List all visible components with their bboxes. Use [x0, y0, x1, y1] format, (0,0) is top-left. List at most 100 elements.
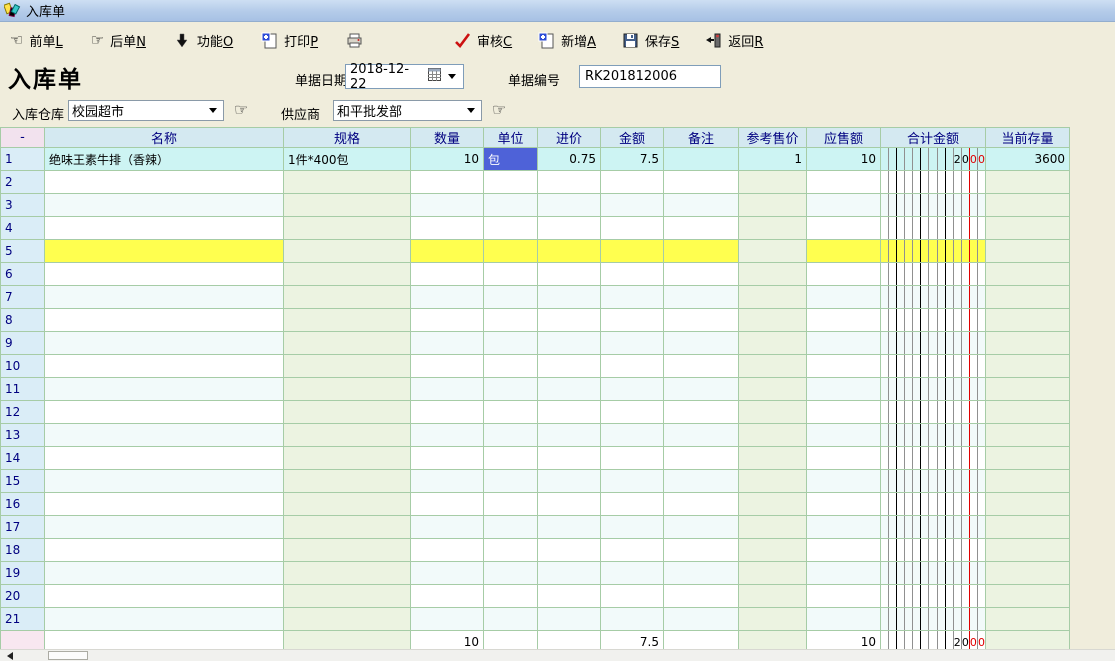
cell-ref_price[interactable] — [739, 286, 807, 309]
cell-amount[interactable] — [601, 240, 664, 263]
cell-spec[interactable] — [284, 585, 411, 608]
cell-ledger[interactable] — [881, 378, 986, 401]
cell-amount[interactable] — [601, 263, 664, 286]
cell-price[interactable]: 0.75 — [538, 148, 601, 171]
cell-name[interactable] — [45, 539, 284, 562]
cell-spec[interactable] — [284, 493, 411, 516]
cell-sale[interactable] — [807, 194, 881, 217]
cell-ref_price[interactable] — [739, 378, 807, 401]
functions-button[interactable]: 功能O — [172, 29, 235, 52]
cell-amount[interactable] — [601, 608, 664, 631]
cell-sale[interactable] — [807, 355, 881, 378]
cell-price[interactable] — [538, 608, 601, 631]
new-doc-button[interactable]: 新增A — [536, 29, 598, 52]
cell-stock[interactable] — [986, 424, 1070, 447]
cell-name[interactable] — [45, 171, 284, 194]
cell-ref_price[interactable] — [739, 493, 807, 516]
cell-sale[interactable]: 10 — [807, 148, 881, 171]
cell-unit[interactable] — [484, 332, 538, 355]
cell-qty[interactable] — [411, 401, 484, 424]
cell-ref_price[interactable] — [739, 516, 807, 539]
cell-amount[interactable] — [601, 401, 664, 424]
cell-note[interactable] — [664, 286, 739, 309]
cell-note[interactable] — [664, 148, 739, 171]
cell-note[interactable] — [664, 447, 739, 470]
cell-qty[interactable] — [411, 194, 484, 217]
cell-note[interactable] — [664, 470, 739, 493]
cell-ledger[interactable] — [881, 539, 986, 562]
print-button[interactable]: 打印P — [259, 29, 320, 52]
cell-price[interactable] — [538, 355, 601, 378]
cell-price[interactable] — [538, 401, 601, 424]
return-button[interactable]: 返回R — [703, 29, 765, 52]
cell-note[interactable] — [664, 608, 739, 631]
cell-amount[interactable] — [601, 585, 664, 608]
cell-price[interactable] — [538, 240, 601, 263]
cell-stock[interactable] — [986, 263, 1070, 286]
cell-stock[interactable] — [986, 401, 1070, 424]
cell-stock[interactable] — [986, 171, 1070, 194]
cell-ref_price[interactable] — [739, 171, 807, 194]
cell-unit[interactable] — [484, 217, 538, 240]
cell-note[interactable] — [664, 516, 739, 539]
cell-spec[interactable]: 1件*400包 — [284, 148, 411, 171]
cell-amount[interactable] — [601, 378, 664, 401]
cell-stock[interactable] — [986, 194, 1070, 217]
cell-price[interactable] — [538, 263, 601, 286]
supplier-select[interactable]: 和平批发部 — [333, 100, 482, 121]
cell-stock[interactable] — [986, 516, 1070, 539]
cell-amount[interactable] — [601, 355, 664, 378]
cell-qty[interactable] — [411, 378, 484, 401]
cell-ledger[interactable] — [881, 516, 986, 539]
cell-note[interactable] — [664, 309, 739, 332]
cell-sale[interactable] — [807, 240, 881, 263]
cell-sale[interactable] — [807, 378, 881, 401]
cell-note[interactable] — [664, 585, 739, 608]
cell-unit[interactable] — [484, 585, 538, 608]
cell-note[interactable] — [664, 263, 739, 286]
cell-spec[interactable] — [284, 194, 411, 217]
cell-amount[interactable] — [601, 470, 664, 493]
supplier-lookup-hand-icon[interactable]: ☞ — [492, 100, 506, 120]
cell-ref_price[interactable] — [739, 194, 807, 217]
cell-amount[interactable] — [601, 194, 664, 217]
cell-stock[interactable] — [986, 562, 1070, 585]
cell-unit[interactable] — [484, 378, 538, 401]
cell-note[interactable] — [664, 217, 739, 240]
cell-spec[interactable] — [284, 447, 411, 470]
cell-qty[interactable] — [411, 240, 484, 263]
cell-ref_price[interactable] — [739, 401, 807, 424]
cell-price[interactable] — [538, 194, 601, 217]
cell-spec[interactable] — [284, 424, 411, 447]
cell-price[interactable] — [538, 332, 601, 355]
cell-ref_price[interactable] — [739, 539, 807, 562]
cell-ref_price[interactable] — [739, 263, 807, 286]
cell-stock[interactable] — [986, 585, 1070, 608]
cell-qty[interactable] — [411, 309, 484, 332]
cell-spec[interactable] — [284, 332, 411, 355]
cell-unit[interactable] — [484, 493, 538, 516]
cell-name[interactable] — [45, 217, 284, 240]
cell-ledger[interactable] — [881, 240, 986, 263]
cell-unit[interactable] — [484, 263, 538, 286]
save-button[interactable]: 保存S — [620, 29, 681, 52]
cell-ledger[interactable] — [881, 171, 986, 194]
cell-stock[interactable] — [986, 493, 1070, 516]
cell-qty[interactable] — [411, 608, 484, 631]
cell-ledger[interactable] — [881, 263, 986, 286]
cell-name[interactable] — [45, 447, 284, 470]
cell-name[interactable] — [45, 355, 284, 378]
cell-stock[interactable] — [986, 240, 1070, 263]
cell-unit[interactable] — [484, 447, 538, 470]
cell-spec[interactable] — [284, 516, 411, 539]
cell-note[interactable] — [664, 424, 739, 447]
cell-unit[interactable] — [484, 401, 538, 424]
warehouse-select[interactable]: 校园超市 — [68, 100, 224, 121]
cell-note[interactable] — [664, 562, 739, 585]
cell-sale[interactable] — [807, 217, 881, 240]
cell-unit[interactable] — [484, 470, 538, 493]
cell-name[interactable] — [45, 470, 284, 493]
cell-sale[interactable] — [807, 493, 881, 516]
cell-qty[interactable] — [411, 562, 484, 585]
cell-sale[interactable] — [807, 516, 881, 539]
